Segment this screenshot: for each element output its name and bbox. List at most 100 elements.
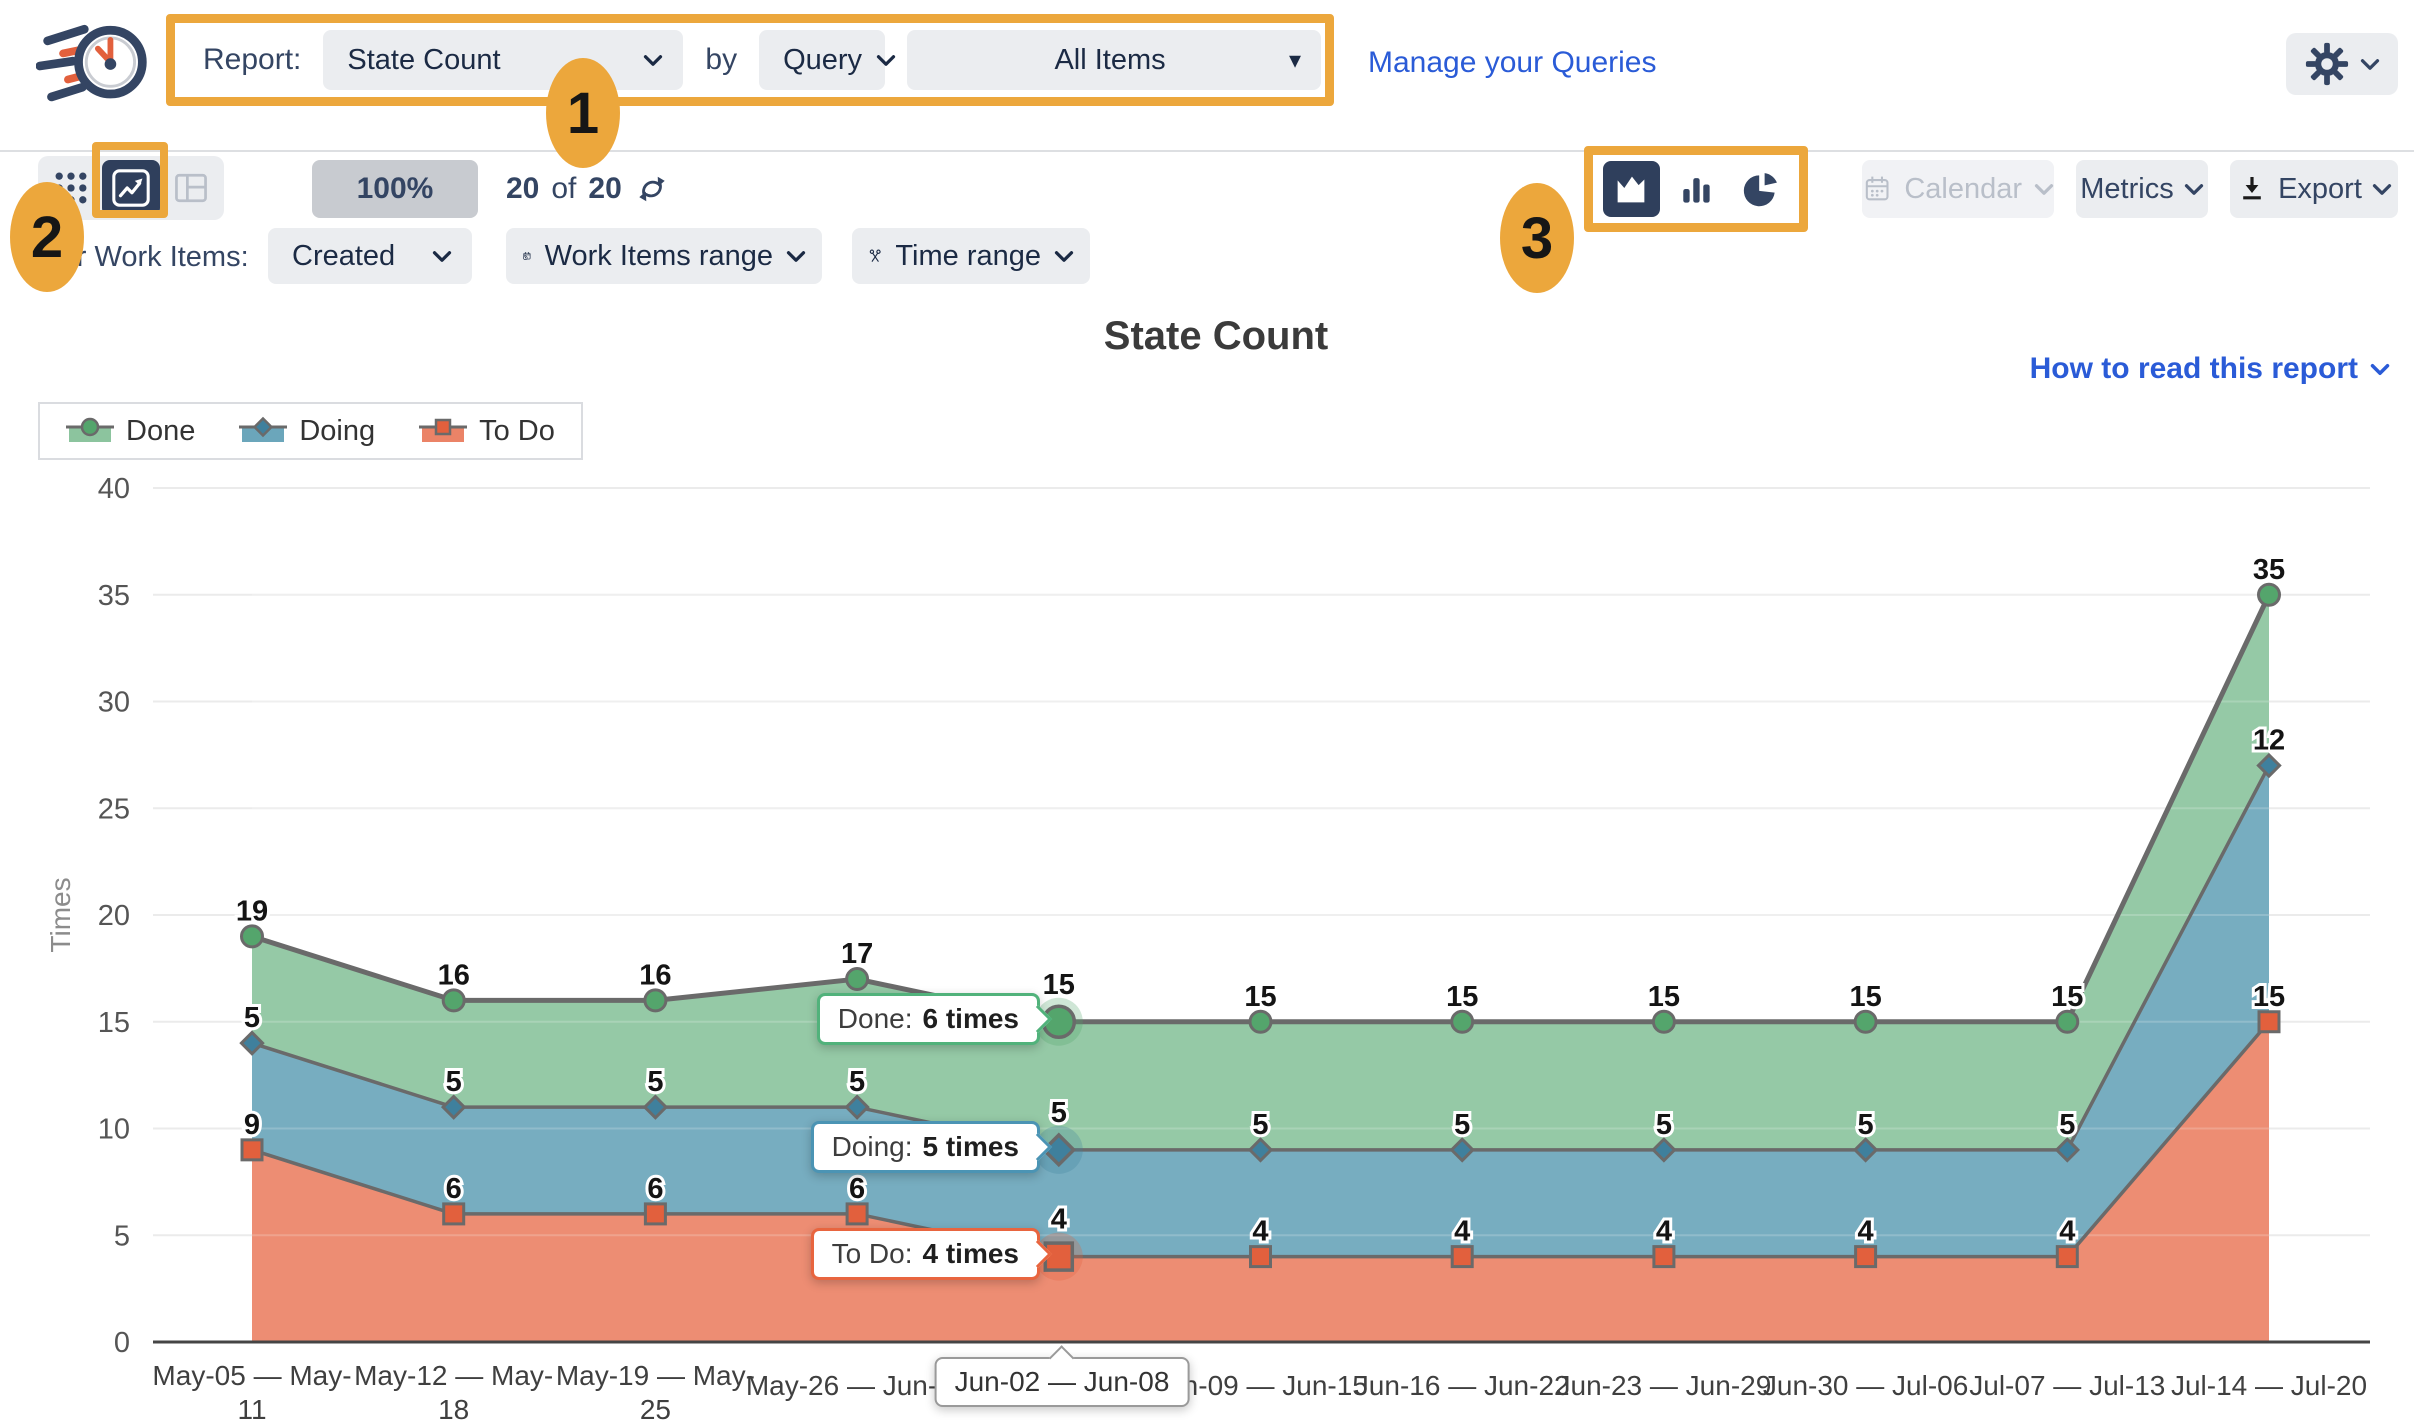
created-filter-select[interactable]: Created xyxy=(268,228,472,284)
export-button[interactable]: Export xyxy=(2230,160,2398,218)
svg-text:16: 16 xyxy=(639,959,671,991)
legend-swatch-done xyxy=(66,416,114,446)
svg-text:6: 6 xyxy=(647,1173,663,1205)
svg-text:5: 5 xyxy=(244,1002,260,1034)
svg-text:20: 20 xyxy=(98,900,130,932)
doing-tooltip: Doing: 5 times xyxy=(811,1121,1040,1173)
date-range-tooltip-value: Jun-02 — Jun-08 xyxy=(955,1366,1170,1398)
svg-text:15: 15 xyxy=(1446,981,1478,1013)
time-range-button[interactable]: Time range xyxy=(852,228,1090,284)
svg-text:9: 9 xyxy=(244,1109,260,1141)
chevron-down-icon xyxy=(2034,183,2054,196)
svg-text:35: 35 xyxy=(98,580,130,612)
svg-text:40: 40 xyxy=(98,473,130,505)
count-current: 20 xyxy=(506,172,539,206)
report-label: Report: xyxy=(203,43,301,77)
how-to-read-link[interactable]: How to read this report xyxy=(2030,352,2390,386)
zoom-level-button[interactable]: 100% xyxy=(312,160,478,218)
svg-text:Jun-30 — Jul-06: Jun-30 — Jul-06 xyxy=(1763,1370,1968,1401)
svg-text:4: 4 xyxy=(1454,1216,1470,1248)
svg-text:5: 5 xyxy=(647,1066,663,1098)
area-band-done xyxy=(252,595,2269,1150)
callout-chart-type-box xyxy=(1584,146,1808,232)
pie-chart-type-button[interactable] xyxy=(1732,161,1789,217)
chevron-down-icon xyxy=(876,54,896,67)
svg-text:Jun-23 — Jun-29: Jun-23 — Jun-29 xyxy=(1557,1370,1772,1401)
svg-text:5: 5 xyxy=(1454,1109,1470,1141)
by-label: by xyxy=(705,43,737,77)
bar-chart-icon xyxy=(1676,169,1716,209)
svg-text:18: 18 xyxy=(438,1394,469,1422)
legend-swatch-doing xyxy=(239,416,287,446)
calendar-clock-icon xyxy=(522,238,532,274)
count-of-label: of xyxy=(551,172,576,206)
todo-tooltip: To Do: 4 times xyxy=(811,1228,1040,1280)
svg-text:4: 4 xyxy=(1252,1216,1268,1248)
svg-text:4: 4 xyxy=(1051,1204,1067,1236)
svg-text:15: 15 xyxy=(1648,981,1680,1013)
svg-text:4: 4 xyxy=(1656,1216,1672,1248)
work-items-range-label: Work Items range xyxy=(545,240,773,273)
gear-icon xyxy=(2304,41,2350,87)
manage-queries-link[interactable]: Manage your Queries xyxy=(1368,46,1657,80)
svg-text:5: 5 xyxy=(2059,1109,2075,1141)
svg-text:30: 30 xyxy=(98,687,130,719)
svg-text:15: 15 xyxy=(2253,981,2285,1013)
board-view-button[interactable] xyxy=(162,160,220,216)
work-items-range-button[interactable]: Work Items range xyxy=(506,228,822,284)
download-icon xyxy=(2236,173,2268,205)
metrics-button[interactable]: Metrics xyxy=(2076,160,2208,218)
svg-text:19: 19 xyxy=(236,895,268,927)
legend-item-done[interactable]: Done xyxy=(66,415,195,448)
svg-text:Times: Times xyxy=(45,877,76,952)
svg-text:5: 5 xyxy=(114,1220,130,1252)
calendar-button[interactable]: Calendar xyxy=(1862,160,2054,218)
settings-button[interactable] xyxy=(2286,33,2398,95)
chevron-down-icon xyxy=(786,250,806,263)
refresh-icon[interactable] xyxy=(634,171,670,207)
header-divider xyxy=(0,150,2414,152)
export-label: Export xyxy=(2278,173,2362,206)
report-select[interactable]: State Count xyxy=(323,30,683,90)
svg-text:5: 5 xyxy=(1858,1109,1874,1141)
chevron-down-icon xyxy=(2372,183,2392,196)
group-by-value: Query xyxy=(783,44,862,77)
board-layout-icon xyxy=(171,168,211,208)
area-chart-type-button[interactable] xyxy=(1603,161,1660,217)
chevron-down-icon xyxy=(432,250,452,263)
chevron-down-icon xyxy=(2184,183,2204,196)
svg-text:11: 11 xyxy=(237,1394,266,1422)
metrics-label: Metrics xyxy=(2080,173,2173,206)
doing-tooltip-value: 5 times xyxy=(923,1131,1020,1163)
svg-text:15: 15 xyxy=(1849,981,1881,1013)
query-select[interactable]: All Items ▾ xyxy=(907,30,1321,90)
time-range-label: Time range xyxy=(895,240,1041,273)
legend-item-to-do[interactable]: To Do xyxy=(419,415,555,448)
svg-text:May-19 — May-: May-19 — May- xyxy=(556,1360,755,1391)
svg-text:17: 17 xyxy=(841,938,873,970)
calendar-label: Calendar xyxy=(1904,173,2022,206)
callout-badge-1: 1 xyxy=(546,58,620,168)
todo-tooltip-value: 4 times xyxy=(923,1238,1020,1270)
callout-badge-2: 2 xyxy=(10,182,84,292)
svg-text:6: 6 xyxy=(446,1173,462,1205)
chevron-down-icon xyxy=(2360,58,2380,71)
group-by-select[interactable]: Query xyxy=(759,30,885,90)
callout-badge-3: 3 xyxy=(1500,183,1574,293)
legend-swatch-to-do xyxy=(419,416,467,446)
svg-text:Jun-16 — Jun-22: Jun-16 — Jun-22 xyxy=(1355,1370,1570,1401)
report-select-value: State Count xyxy=(347,44,500,77)
svg-text:5: 5 xyxy=(849,1066,865,1098)
count-total: 20 xyxy=(588,172,621,206)
legend-item-doing[interactable]: Doing xyxy=(239,415,375,448)
legend-label-doing: Doing xyxy=(299,415,375,448)
svg-text:0: 0 xyxy=(114,1327,130,1359)
chevron-down-icon xyxy=(643,54,663,67)
svg-text:15: 15 xyxy=(2051,981,2083,1013)
done-tooltip-value: 6 times xyxy=(923,1003,1020,1035)
svg-text:15: 15 xyxy=(98,1007,130,1039)
chevron-down-icon xyxy=(2370,363,2390,376)
bar-chart-type-button[interactable] xyxy=(1668,161,1725,217)
state-count-area-chart[interactable]: 9666444444155555555555121916161715151515… xyxy=(0,470,2414,1422)
pie-chart-icon xyxy=(1741,169,1781,209)
